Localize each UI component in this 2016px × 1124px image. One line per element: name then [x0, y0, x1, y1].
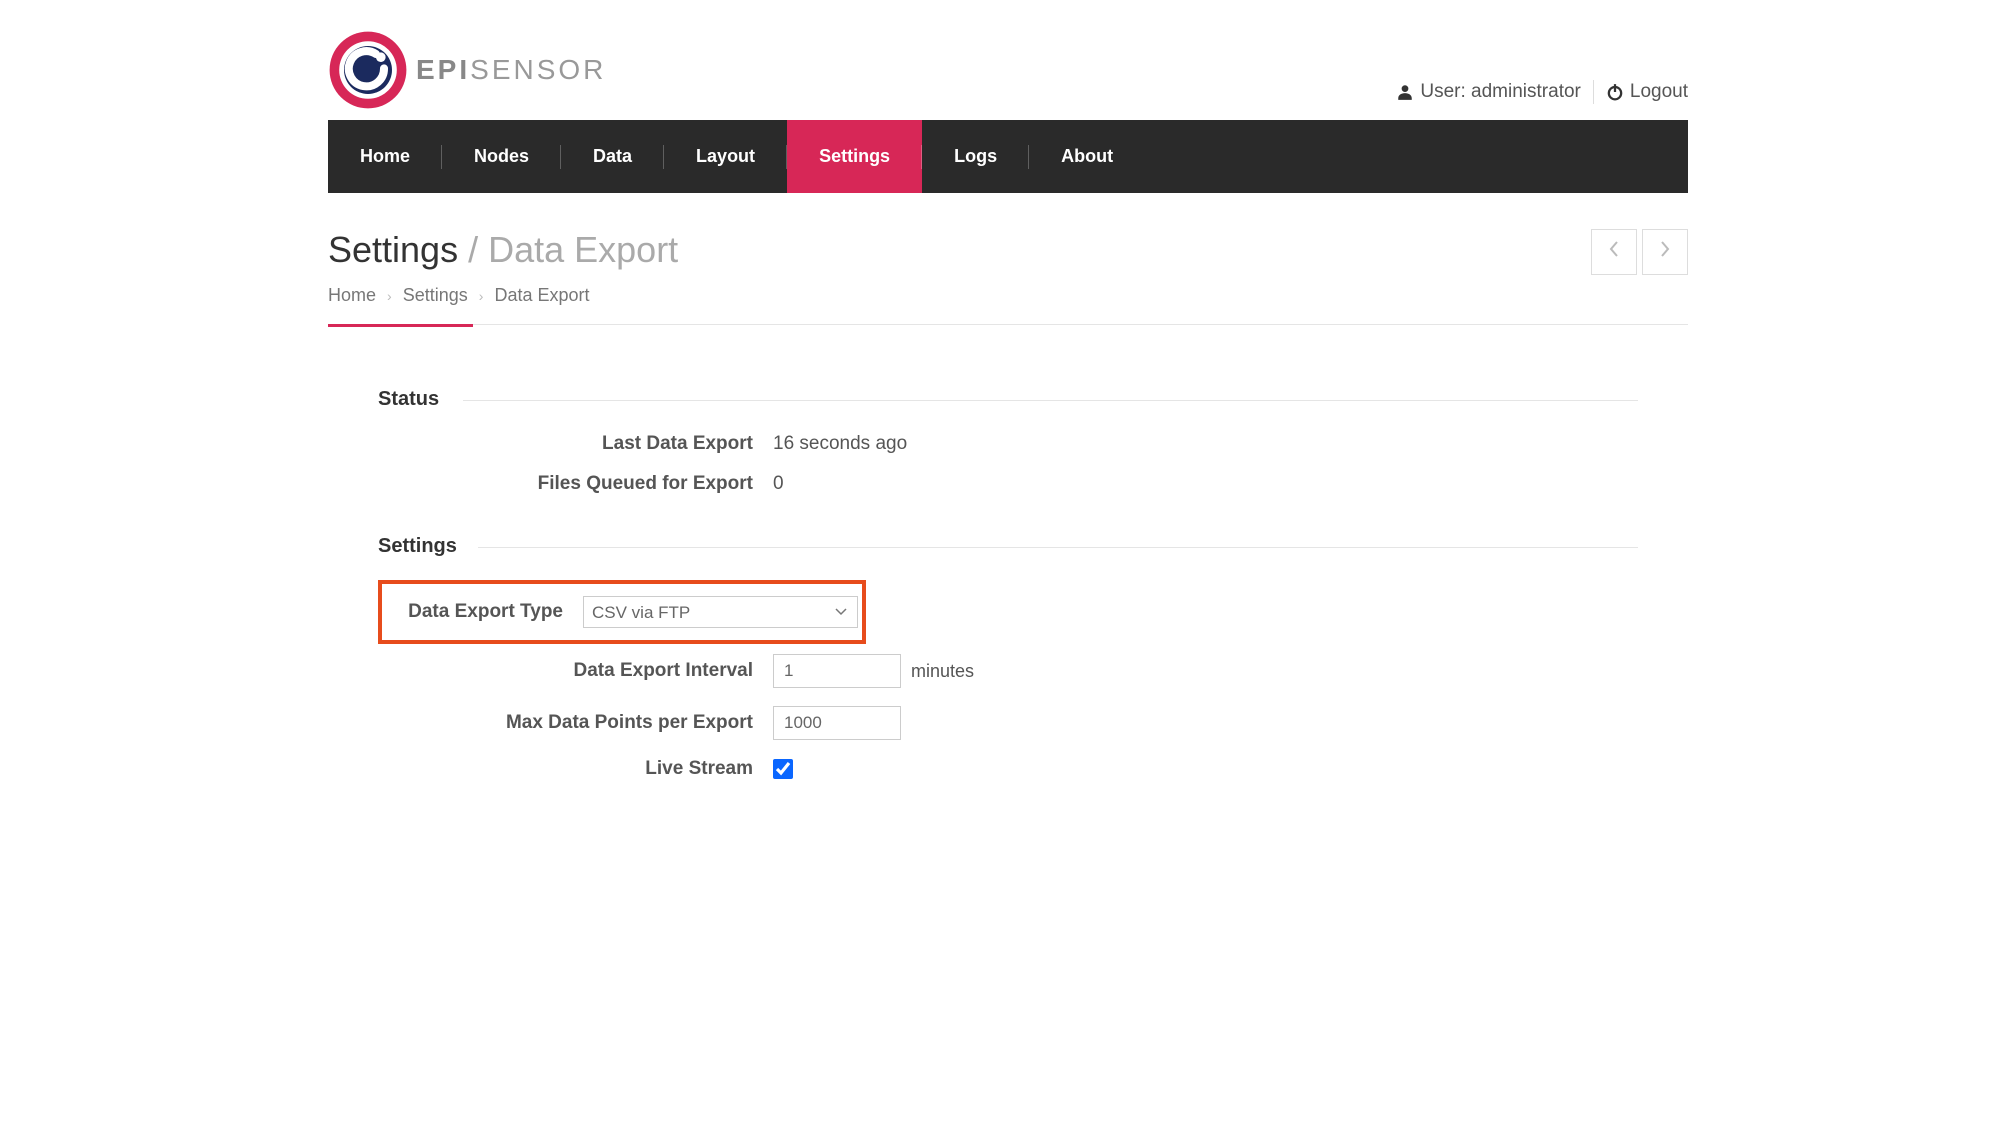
export-interval-label: Data Export Interval	[378, 660, 773, 682]
breadcrumb-home[interactable]: Home	[328, 285, 376, 305]
live-stream-checkbox[interactable]	[773, 759, 793, 779]
user-label: User: administrator	[1420, 81, 1581, 103]
max-points-label: Max Data Points per Export	[378, 712, 773, 734]
power-icon	[1606, 83, 1624, 101]
main-nav: Home Nodes Data Layout Settings Logs Abo…	[328, 120, 1688, 193]
files-queued-label: Files Queued for Export	[378, 473, 773, 495]
max-points-input[interactable]	[773, 706, 901, 740]
page-title: Settings / Data Export	[328, 229, 678, 271]
chevron-left-icon	[1608, 239, 1620, 265]
logout-label: Logout	[1630, 81, 1688, 103]
nav-layout[interactable]: Layout	[664, 120, 787, 193]
section-status-title: Status	[378, 388, 1638, 411]
user-info[interactable]: User: administrator	[1396, 81, 1581, 103]
brand-text: EPISENSOR	[416, 54, 606, 86]
breadcrumb-settings[interactable]: Settings	[403, 285, 468, 305]
nav-logs[interactable]: Logs	[922, 120, 1029, 193]
last-export-value: 16 seconds ago	[773, 433, 907, 455]
export-interval-unit: minutes	[911, 661, 974, 682]
highlight-annotation: Data Export Type CSV via FTP	[378, 580, 866, 644]
files-queued-value: 0	[773, 473, 784, 495]
accent-bar	[328, 324, 473, 327]
export-interval-input[interactable]	[773, 654, 901, 688]
live-stream-label: Live Stream	[378, 758, 773, 780]
nav-data[interactable]: Data	[561, 120, 664, 193]
breadcrumb-data-export: Data Export	[494, 285, 589, 305]
breadcrumb: Home › Settings › Data Export	[328, 285, 678, 306]
page-next-button[interactable]	[1642, 229, 1688, 275]
logout-link[interactable]: Logout	[1606, 81, 1688, 103]
episensor-logo-icon	[328, 30, 408, 110]
user-icon	[1396, 83, 1414, 101]
nav-nodes[interactable]: Nodes	[442, 120, 561, 193]
chevron-right-icon	[1659, 239, 1671, 265]
nav-home[interactable]: Home	[328, 120, 442, 193]
brand-logo[interactable]: EPISENSOR	[328, 30, 606, 110]
section-settings-title: Settings	[378, 535, 1638, 558]
export-type-label: Data Export Type	[386, 601, 583, 623]
export-type-select[interactable]: CSV via FTP	[583, 596, 858, 628]
nav-about[interactable]: About	[1029, 120, 1145, 193]
header-divider	[1593, 80, 1594, 104]
nav-settings[interactable]: Settings	[787, 120, 922, 193]
last-export-label: Last Data Export	[378, 433, 773, 455]
page-prev-button[interactable]	[1591, 229, 1637, 275]
